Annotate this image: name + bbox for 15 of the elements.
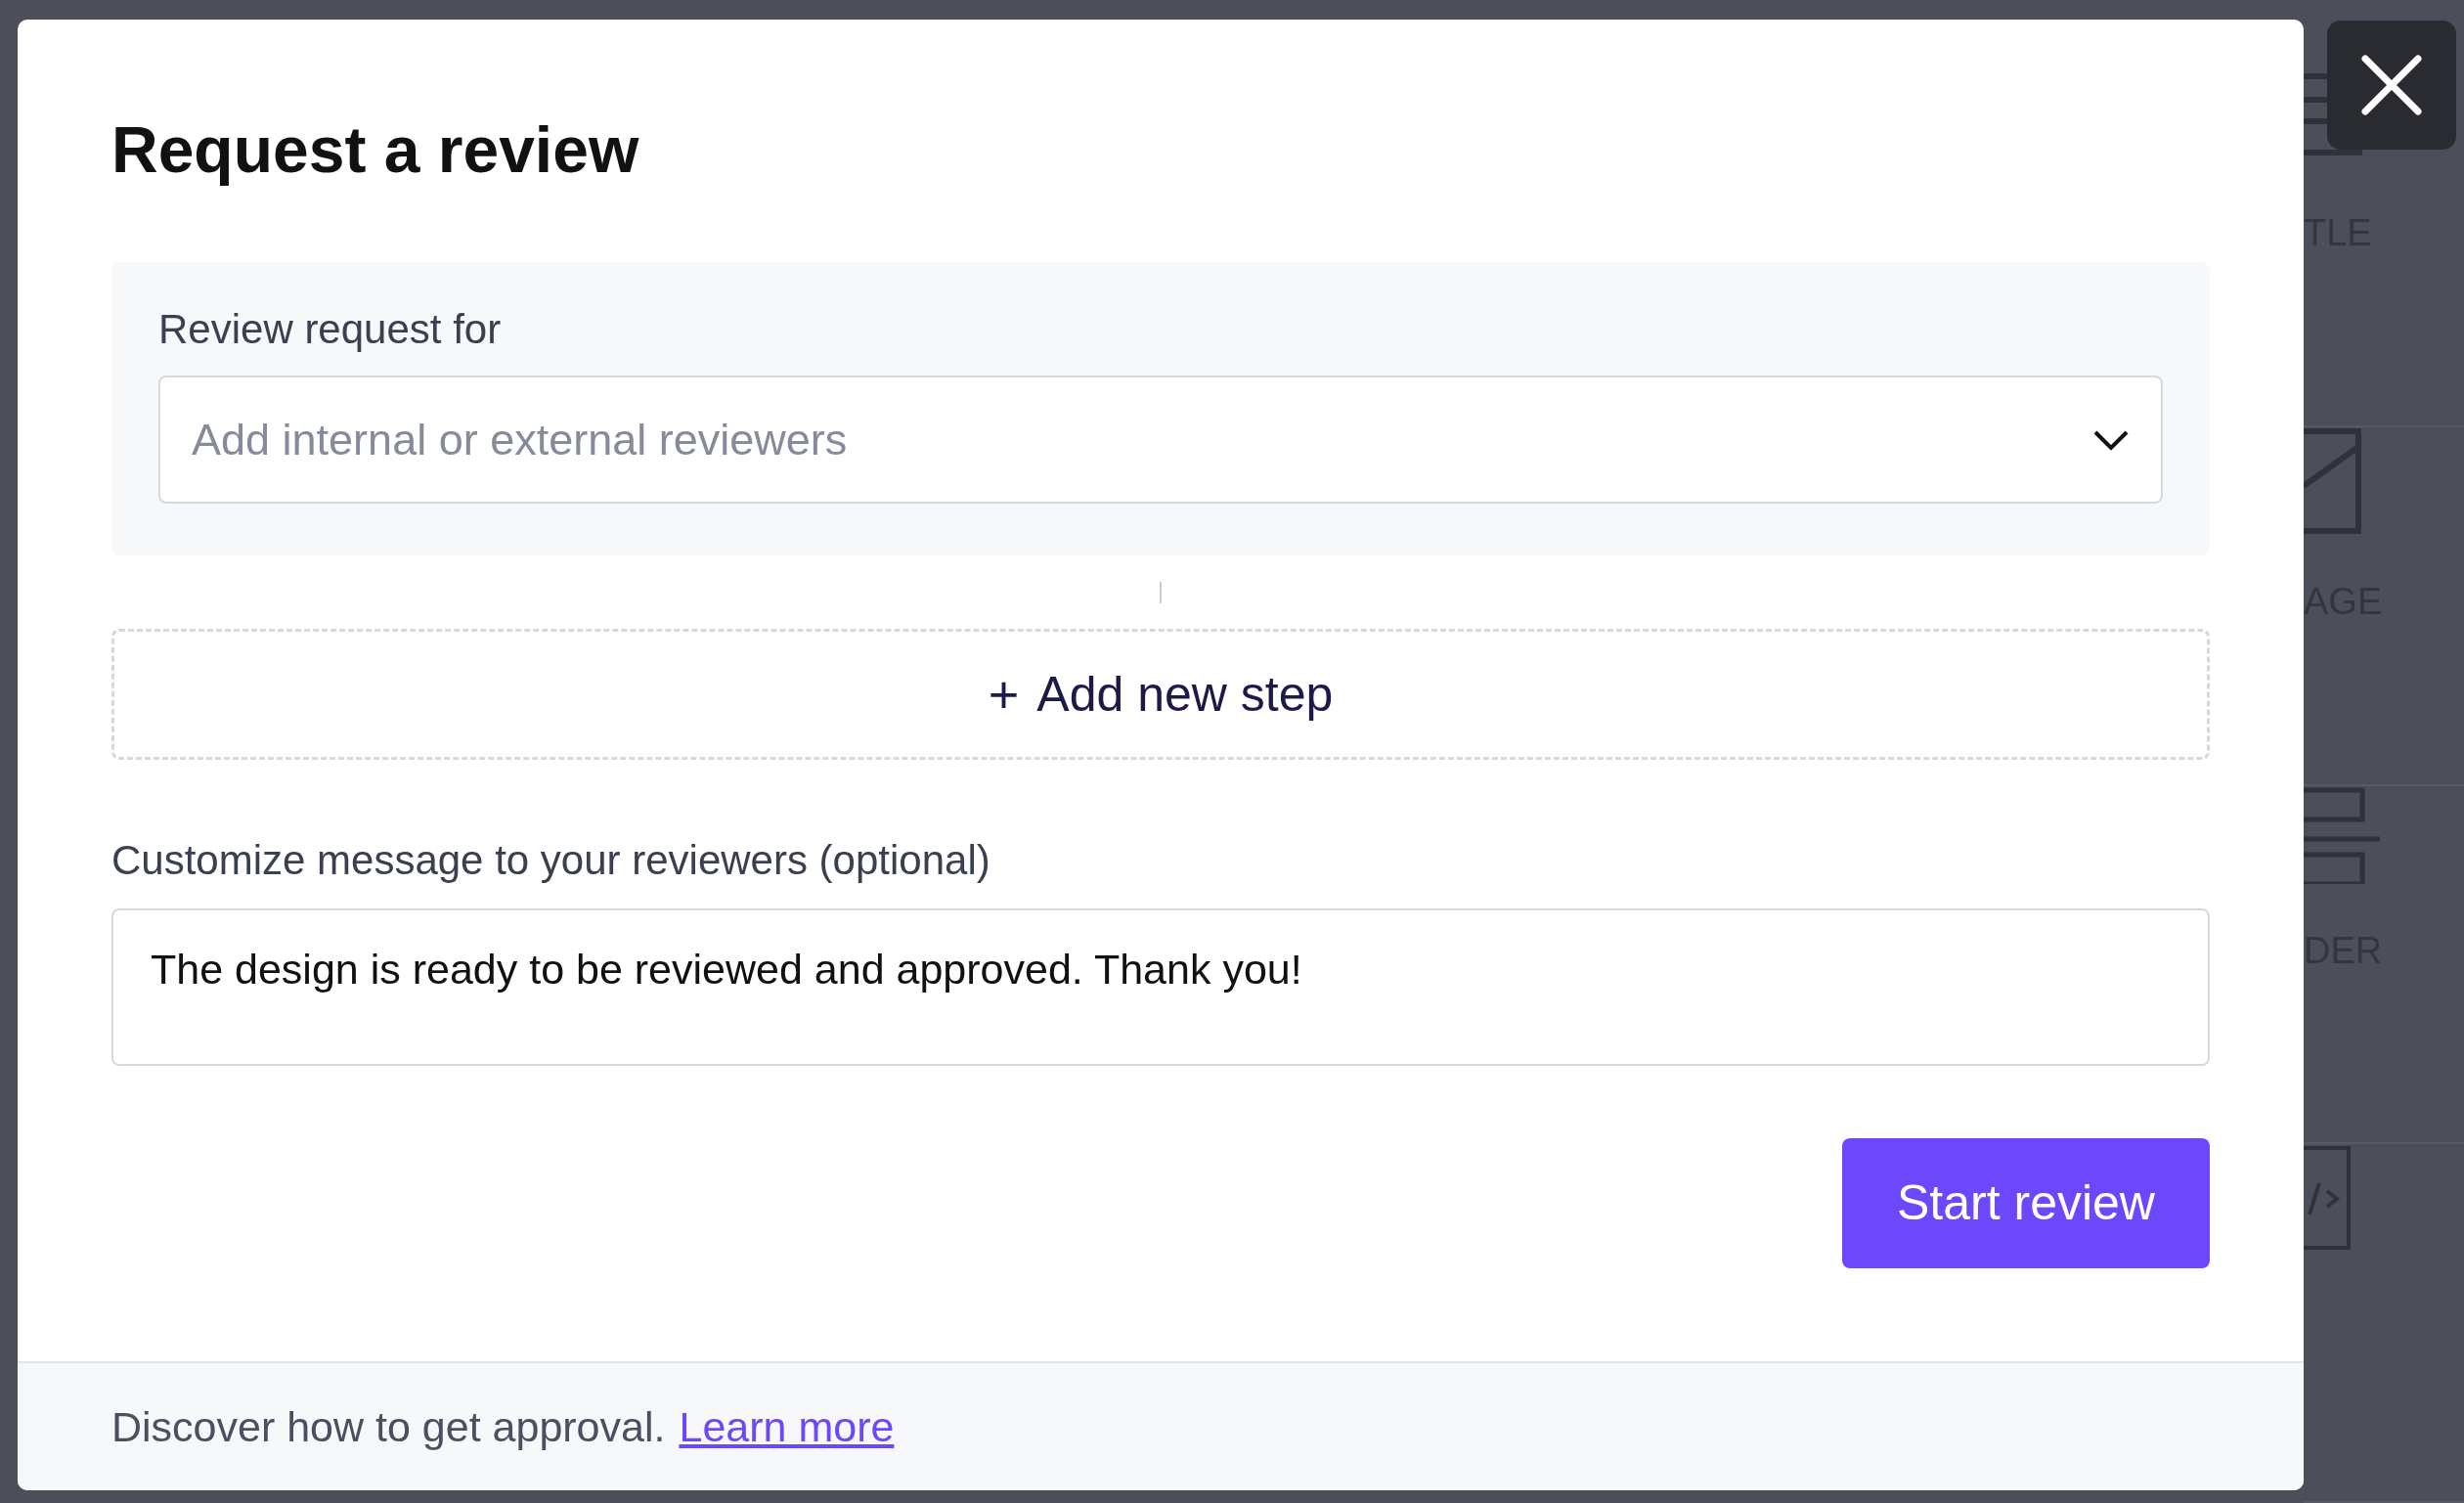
footer-text: Discover how to get approval. (111, 1401, 666, 1452)
add-step-button[interactable]: + Add new step (111, 629, 2210, 760)
message-field[interactable]: The design is ready to be reviewed and approved. Thank you! (111, 908, 2210, 1066)
reviewers-dropdown[interactable]: Add internal or external reviewers (158, 376, 2163, 504)
image-frame-icon (2304, 426, 2362, 535)
start-review-button[interactable]: Start review (1842, 1138, 2210, 1268)
plus-icon: + (988, 668, 1020, 721)
divider-rows-icon (2304, 785, 2382, 884)
code-frame-icon (2304, 1144, 2353, 1253)
close-button[interactable] (2327, 21, 2456, 150)
learn-more-link[interactable]: Learn more (679, 1394, 895, 1459)
field-label: Customize message to your reviewers (optional) (111, 840, 991, 881)
field-label: Review request for (158, 309, 503, 350)
close-icon (2359, 53, 2424, 117)
chevron-down-icon (2092, 428, 2130, 451)
